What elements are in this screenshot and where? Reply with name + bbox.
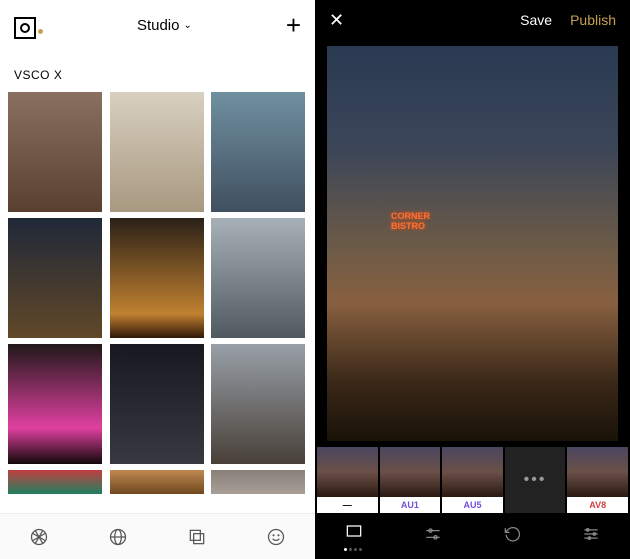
smile-icon[interactable] xyxy=(265,526,287,548)
neon-sign: CORNERBISTRO xyxy=(391,212,430,232)
studio-dropdown[interactable]: Studio ⌄ xyxy=(137,17,192,34)
preview-area[interactable]: CORNERBISTRO xyxy=(315,40,630,447)
photo-grid xyxy=(0,92,315,513)
editor-header: ✕ Save Publish xyxy=(315,0,630,40)
layers-icon[interactable] xyxy=(186,526,208,548)
chevron-down-icon: ⌄ xyxy=(183,20,191,31)
photo-thumb[interactable] xyxy=(110,218,204,338)
photo-thumb[interactable] xyxy=(8,470,102,494)
close-icon[interactable]: ✕ xyxy=(329,10,344,31)
globe-icon[interactable] xyxy=(107,526,129,548)
preset-au5[interactable]: AU5 xyxy=(442,447,503,513)
editor-pane: ✕ Save Publish CORNERBISTRO — AU1 AU5 ••… xyxy=(315,0,630,559)
publish-button[interactable]: Publish xyxy=(570,12,616,28)
editor-tabbar xyxy=(315,513,630,559)
photo-thumb[interactable] xyxy=(8,344,102,464)
studio-tabbar xyxy=(0,513,315,559)
adjust-icon[interactable] xyxy=(581,524,601,549)
photo-thumb[interactable] xyxy=(211,470,305,494)
photo-thumb[interactable] xyxy=(110,344,204,464)
preset-strip: — AU1 AU5 ••• AV4 AV8 xyxy=(315,447,630,513)
photo-thumb[interactable] xyxy=(8,218,102,338)
photo-thumb[interactable] xyxy=(211,92,305,212)
photo-thumb[interactable] xyxy=(110,470,204,494)
preset-none[interactable]: — xyxy=(317,447,378,513)
photo-thumb[interactable] xyxy=(211,344,305,464)
add-button[interactable]: + xyxy=(286,10,301,41)
photo-thumb[interactable] xyxy=(211,218,305,338)
preset-av8[interactable]: AV8 xyxy=(567,447,628,513)
studio-header: Studio ⌄ + xyxy=(0,0,315,50)
camera-icon[interactable] xyxy=(14,17,36,39)
more-presets-icon: ••• xyxy=(505,447,566,513)
sliders-icon[interactable] xyxy=(423,524,443,549)
studio-title: Studio xyxy=(137,17,180,34)
photo-thumb[interactable] xyxy=(8,92,102,212)
preset-more[interactable]: ••• AV4 xyxy=(505,447,566,513)
preset-au1[interactable]: AU1 xyxy=(380,447,441,513)
photo-thumb[interactable] xyxy=(110,92,204,212)
section-label: VSCO X xyxy=(0,50,315,92)
lens-icon[interactable] xyxy=(28,526,50,548)
notification-dot-icon xyxy=(38,29,43,34)
studio-pane: Studio ⌄ + VSCO X xyxy=(0,0,315,559)
preview-image: CORNERBISTRO xyxy=(327,46,618,441)
save-button[interactable]: Save xyxy=(520,12,552,28)
undo-icon[interactable] xyxy=(502,524,522,549)
filter-panel-icon[interactable] xyxy=(344,521,364,551)
